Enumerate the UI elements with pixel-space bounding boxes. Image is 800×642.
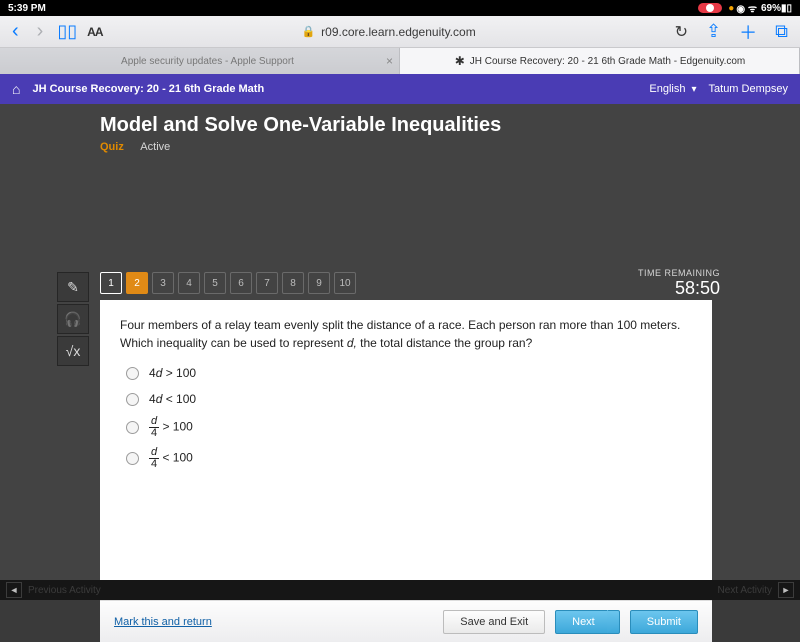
radio-icon[interactable] [126, 393, 139, 406]
mark-return-link[interactable]: Mark this and return [114, 616, 212, 628]
tool-palette: ✎ 🎧 √x [57, 272, 89, 368]
question-nav-8[interactable]: 8 [282, 272, 304, 294]
browser-tab-edgenuity[interactable]: ✱ JH Course Recovery: 20 - 21 6th Grade … [400, 48, 800, 74]
question-body: Four members of a relay team evenly spli… [100, 300, 712, 600]
question-nav-10[interactable]: 10 [334, 272, 356, 294]
browser-toolbar: ‹ › ▯▯ AA 🔒 r09.core.learn.edgenuity.com… [0, 16, 800, 48]
forward-button[interactable]: › [33, 20, 48, 43]
device-status-bar: 5:39 PM ● ◉ ᯤ 69% ▮▯ [0, 0, 800, 16]
prev-activity-label: Previous Activity [28, 585, 101, 596]
radio-icon[interactable] [126, 452, 139, 465]
save-exit-button[interactable]: Save and Exit [443, 610, 545, 634]
radio-icon[interactable] [126, 421, 139, 434]
submit-button[interactable]: Submit [630, 610, 698, 634]
answer-choices: 4d > 100 4d < 100 d4 > 100 d4 < 100 [120, 364, 692, 470]
question-nav-9[interactable]: 9 [308, 272, 330, 294]
timer-value: 58:50 [638, 278, 720, 299]
audio-tool[interactable]: 🎧 [57, 304, 89, 334]
language-selector[interactable]: English [649, 83, 696, 95]
lesson-mode: Quiz [100, 141, 124, 153]
pencil-tool[interactable]: ✎ [57, 272, 89, 302]
next-activity-label: Next Activity [718, 585, 772, 596]
battery-label: 69% [761, 3, 781, 14]
activity-footer: ◄ Previous Activity Next Activity ► [0, 580, 800, 600]
browser-tab-apple[interactable]: Apple security updates - Apple Support × [0, 48, 400, 74]
course-title: JH Course Recovery: 20 - 21 6th Grade Ma… [32, 83, 264, 95]
timer-label: TIME REMAINING [638, 268, 720, 278]
text-size-button[interactable]: AA [87, 25, 102, 39]
question-nav-3[interactable]: 3 [152, 272, 174, 294]
close-tab-icon[interactable]: × [386, 54, 393, 68]
lesson-status: Active [140, 141, 170, 153]
bookmarks-icon[interactable]: ▯▯ [57, 21, 77, 42]
lesson-title: Model and Solve One-Variable Inequalitie… [100, 114, 800, 137]
new-tab-icon[interactable]: ＋ [739, 19, 757, 45]
reload-button[interactable]: ↻ [675, 22, 688, 42]
choice-c[interactable]: d4 > 100 [126, 416, 692, 439]
user-name[interactable]: Tatum Dempsey [709, 83, 788, 95]
tab-label: JH Course Recovery: 20 - 21 6th Grade Ma… [470, 56, 746, 67]
question-text: Four members of a relay team evenly spli… [120, 316, 692, 352]
url-text: r09.core.learn.edgenuity.com [321, 25, 476, 39]
question-nav: 1 2 3 4 5 6 7 8 9 10 [100, 272, 356, 294]
question-nav-6[interactable]: 6 [230, 272, 252, 294]
tabs-icon[interactable]: ⧉ [775, 21, 788, 42]
choice-a[interactable]: 4d > 100 [126, 364, 692, 382]
question-nav-4[interactable]: 4 [178, 272, 200, 294]
choice-b[interactable]: 4d < 100 [126, 390, 692, 408]
home-icon[interactable]: ⌂ [12, 81, 20, 97]
apple-icon [105, 55, 117, 67]
address-bar[interactable]: 🔒 r09.core.learn.edgenuity.com [113, 25, 665, 39]
question-nav-1[interactable]: 1 [100, 272, 122, 294]
wifi-icon: ◉ ᯤ [736, 1, 757, 15]
main-area: Model and Solve One-Variable Inequalitie… [0, 104, 800, 580]
clock: 5:39 PM [8, 3, 46, 14]
choice-d[interactable]: d4 < 100 [126, 447, 692, 470]
course-header: ⌂ JH Course Recovery: 20 - 21 6th Grade … [0, 74, 800, 104]
question-nav-5[interactable]: 5 [204, 272, 226, 294]
lock-icon: 🔒 [301, 25, 315, 38]
question-footer: Mark this and return Save and Exit Next … [100, 600, 712, 642]
formula-tool[interactable]: √x [57, 336, 89, 366]
tab-label: Apple security updates - Apple Support [121, 56, 294, 67]
mic-icon [706, 4, 714, 12]
location-dot-icon: ● [728, 3, 734, 14]
timer: TIME REMAINING 58:50 [638, 268, 720, 299]
browser-tabs: Apple security updates - Apple Support ×… [0, 48, 800, 74]
back-button[interactable]: ‹ [8, 20, 23, 43]
radio-icon[interactable] [126, 367, 139, 380]
edgenuity-icon: ✱ [454, 55, 466, 67]
prev-activity-button[interactable]: ◄ [6, 582, 22, 598]
next-button[interactable]: Next [555, 610, 620, 634]
next-activity-button[interactable]: ► [778, 582, 794, 598]
battery-icon: ▮▯ [781, 3, 792, 14]
recording-indicator [698, 3, 722, 13]
question-nav-2[interactable]: 2 [126, 272, 148, 294]
share-icon[interactable]: ⇪ [706, 21, 721, 42]
question-nav-7[interactable]: 7 [256, 272, 278, 294]
chevron-down-icon [691, 83, 696, 95]
lesson-header: Model and Solve One-Variable Inequalitie… [0, 104, 800, 159]
